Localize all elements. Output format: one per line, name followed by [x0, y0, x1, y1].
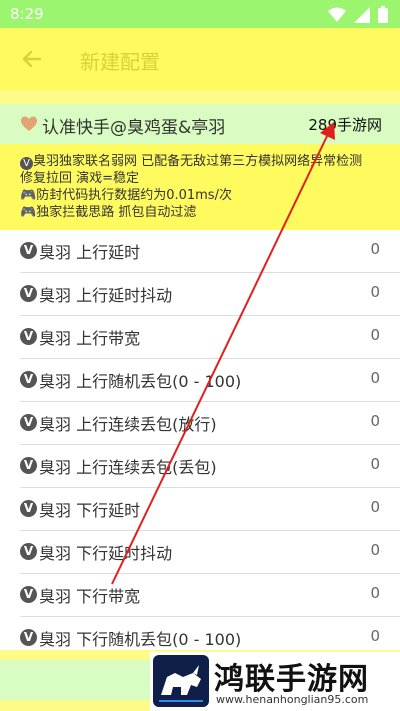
footer-strip — [0, 660, 150, 700]
status-icons — [328, 6, 388, 23]
watermark-title: 鸿联手游网 — [214, 662, 369, 697]
setting-row[interactable]: V 臭羽 下行延时 0 — [20, 488, 400, 531]
setting-label: 臭羽 下行延时抖动 — [39, 544, 173, 563]
setting-value: 0 — [370, 455, 380, 473]
setting-label: 臭羽 上行延时 — [39, 243, 141, 262]
v-badge-icon: V — [20, 500, 37, 517]
settings-list: V 臭羽 上行延时 0 V 臭羽 上行延时抖动 0 V 臭羽 上行带宽 0 V 臭羽 上行随机… — [0, 230, 400, 650]
setting-row[interactable]: V 臭羽 下行带宽 0 — [20, 574, 400, 617]
setting-label: 臭羽 上行连续丢包(放行) — [39, 415, 217, 434]
back-arrow-icon — [22, 50, 41, 68]
setting-label: 臭羽 下行随机丢包(0 - 100) — [39, 630, 242, 649]
gamepad-icon: 🎮 — [20, 205, 37, 220]
v-badge-icon: V — [20, 629, 37, 646]
setting-value: 0 — [370, 412, 380, 430]
v-badge-icon: V — [20, 285, 37, 302]
battery-icon — [378, 6, 388, 23]
v-badge-icon: V — [20, 157, 33, 170]
setting-value: 0 — [370, 627, 380, 645]
v-badge-icon: V — [20, 328, 37, 345]
setting-value: 0 — [370, 541, 380, 559]
info-line: V 臭羽独家联名弱网 已配备无敌过第三方模拟网络异常检测 — [20, 153, 362, 170]
setting-value: 0 — [370, 369, 380, 387]
info-line: 🎮独家拦截思路 抓包自动过滤 — [20, 205, 197, 220]
setting-row[interactable]: V 臭羽 下行延时抖动 0 — [20, 531, 400, 574]
status-time: 8:29 — [10, 5, 44, 23]
info-block: V 臭羽独家联名弱网 已配备无敌过第三方模拟网络异常检测 修复拉回 演戏=稳定 🎮… — [0, 144, 400, 230]
setting-label: 臭羽 上行连续丢包(丢包) — [39, 458, 217, 477]
setting-row[interactable]: V 臭羽 上行连续丢包(丢包) 0 — [20, 445, 400, 488]
status-bar: 8:29 — [0, 0, 400, 28]
back-button[interactable] — [14, 42, 48, 76]
setting-label: 臭羽 上行带宽 — [39, 329, 141, 348]
v-badge-icon: V — [20, 242, 37, 259]
bull-logo-icon — [153, 655, 209, 707]
setting-value: 0 — [370, 326, 380, 344]
setting-label: 臭羽 下行带宽 — [39, 587, 141, 606]
setting-row[interactable]: V 臭羽 上行连续丢包(放行) 0 — [20, 402, 400, 445]
setting-label: 臭羽 下行延时 — [39, 501, 141, 520]
watermark: 鸿联手游网 www.henanhonglian95.com — [150, 652, 400, 711]
header-divider — [0, 90, 400, 104]
info-line: 🎮防封代码执行数据约为0.01ms/次 — [20, 188, 232, 203]
v-badge-icon: V — [20, 586, 37, 603]
brand-row: 认准快手@臭鸡蛋&亭羽 289手游网 — [0, 104, 400, 144]
signal-icon — [354, 6, 370, 23]
setting-value: 0 — [370, 283, 380, 301]
toolbar: 新建配置 — [0, 28, 400, 90]
heart-icon — [20, 116, 38, 131]
setting-row[interactable]: V 臭羽 上行延时 0 — [20, 230, 400, 273]
wifi-icon — [328, 7, 346, 22]
v-badge-icon: V — [20, 371, 37, 388]
page-title: 新建配置 — [80, 50, 160, 74]
setting-value: 0 — [370, 584, 380, 602]
watermark-url: www.henanhonglian95.com — [216, 693, 369, 706]
v-badge-icon: V — [20, 457, 37, 474]
info-line: 修复拉回 演戏=稳定 — [20, 171, 140, 186]
v-badge-icon: V — [20, 543, 37, 560]
setting-row[interactable]: V 臭羽 上行带宽 0 — [20, 316, 400, 359]
brand-label: 认准快手@臭鸡蛋&亭羽 — [42, 118, 226, 138]
setting-row[interactable]: V 臭羽 上行随机丢包(0 - 100) 0 — [20, 359, 400, 402]
setting-label: 臭羽 上行随机丢包(0 - 100) — [39, 372, 242, 391]
setting-label: 臭羽 上行延时抖动 — [39, 286, 173, 305]
setting-row[interactable]: V 臭羽 上行延时抖动 0 — [20, 273, 400, 316]
gamepad-icon: 🎮 — [20, 188, 37, 203]
v-badge-icon: V — [20, 414, 37, 431]
site-tag: 289手游网 — [308, 116, 382, 134]
setting-value: 0 — [370, 498, 380, 516]
setting-value: 0 — [370, 240, 380, 258]
